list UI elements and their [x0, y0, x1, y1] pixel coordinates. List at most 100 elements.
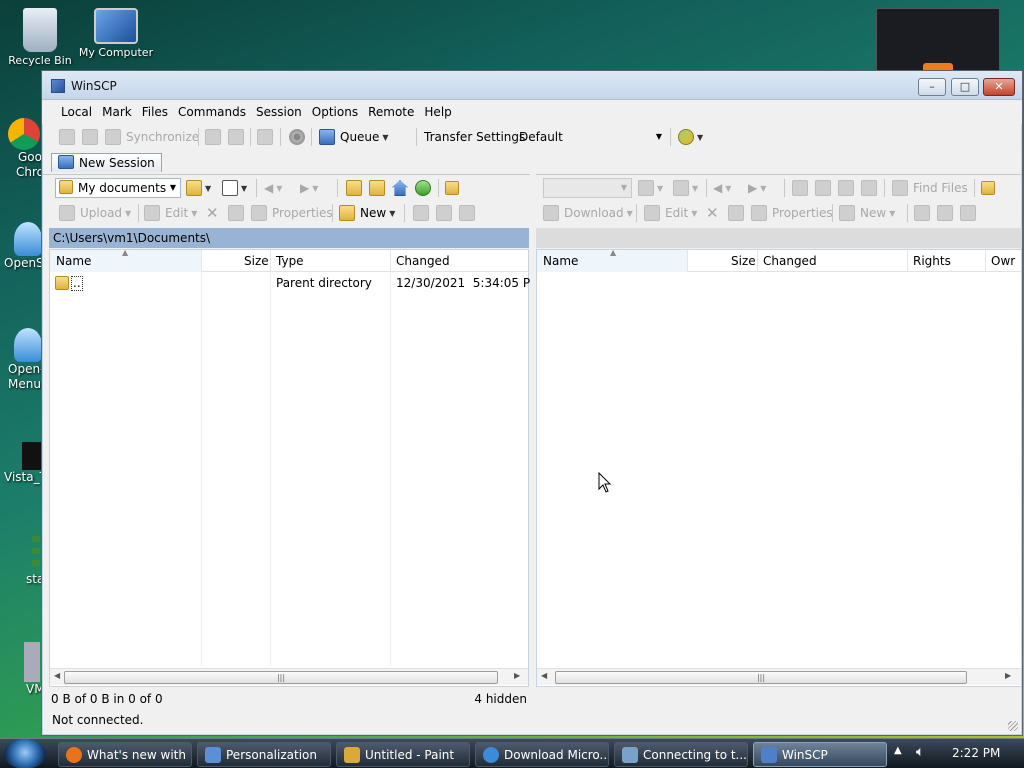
recycle-bin-icon[interactable]: Recycle Bin: [0, 8, 80, 67]
transfer-settings-select[interactable]: Default ▼: [514, 128, 666, 148]
root-directory-icon[interactable]: [369, 179, 385, 197]
filter-files-icon[interactable]: [459, 204, 475, 222]
home-directory-icon[interactable]: [392, 179, 408, 197]
volume-icon[interactable]: 🔈︎: [916, 744, 924, 760]
right-new-button[interactable]: New ▼: [839, 204, 895, 222]
right-file-list[interactable]: Name ▲ Size Changed Rights Owr ◀ ||| ▶: [536, 248, 1022, 687]
menu-mark[interactable]: Mark: [97, 105, 137, 119]
remote-back-icon[interactable]: ◀ ▼: [713, 179, 731, 197]
parent-directory-icon[interactable]: [346, 179, 362, 197]
desktop-shortcut-vista[interactable]: Vista_T: [0, 442, 47, 485]
left-properties-button[interactable]: Properties: [251, 204, 333, 222]
synchronize-button[interactable]: Synchronize: [105, 128, 199, 146]
remote-tree-view-icon[interactable]: [981, 179, 995, 197]
remote-open-directory-icon[interactable]: ▼: [638, 179, 663, 197]
menu-files[interactable]: Files: [137, 105, 173, 119]
scroll-right-icon[interactable]: ▶: [1005, 671, 1011, 680]
left-delete-icon[interactable]: ✕: [206, 204, 219, 222]
desktop-shortcut-sta[interactable]: sta: [0, 536, 44, 587]
my-computer-icon[interactable]: My Computer: [76, 8, 156, 59]
right-col-size[interactable]: Size: [731, 254, 756, 268]
desktop-shortcut-openshell[interactable]: OpenS: [0, 222, 44, 271]
scroll-right-icon[interactable]: ▶: [514, 671, 520, 680]
minimize-button[interactable]: –: [918, 78, 946, 96]
right-col-rights[interactable]: Rights: [913, 254, 951, 268]
rss-gadget[interactable]: [876, 8, 1000, 72]
left-horizontal-scrollbar[interactable]: ◀ ||| ▶: [50, 668, 528, 685]
console-icon[interactable]: [205, 128, 221, 146]
right-rename-icon[interactable]: [728, 204, 744, 222]
left-edit-button[interactable]: Edit ▼: [144, 204, 197, 222]
scroll-thumb[interactable]: |||: [555, 671, 967, 684]
open-directory-icon[interactable]: ▼: [186, 179, 211, 197]
refresh-icon[interactable]: [415, 179, 431, 197]
scroll-left-icon[interactable]: ◀: [54, 671, 60, 680]
menu-session[interactable]: Session: [251, 105, 307, 119]
left-col-type[interactable]: Type: [276, 254, 304, 268]
session-log-icon[interactable]: [257, 128, 273, 146]
desktop-shortcut-openshell-menu[interactable]: Open- Menu: [0, 328, 44, 392]
upload-button[interactable]: Upload ▼: [59, 204, 131, 222]
taskbar-item-internet-explorer[interactable]: Download Micro...: [475, 742, 609, 767]
tab-new-session[interactable]: New Session: [51, 153, 162, 172]
left-col-changed[interactable]: Changed: [396, 254, 450, 268]
show-hidden-icons-icon[interactable]: ▲: [894, 745, 902, 756]
left-col-name[interactable]: Name: [56, 254, 91, 268]
left-path-bar[interactable]: C:\Users\vm1\Documents\: [49, 228, 529, 248]
right-col-changed[interactable]: Changed: [763, 254, 817, 268]
scroll-left-icon[interactable]: ◀: [541, 671, 547, 680]
desktop-shortcut-vm[interactable]: VM: [0, 642, 45, 697]
remote-forward-icon[interactable]: ▶ ▼: [748, 179, 766, 197]
close-button[interactable]: ✕: [983, 78, 1015, 96]
maximize-button[interactable]: □: [951, 78, 979, 96]
right-horizontal-scrollbar[interactable]: ◀ ||| ▶: [537, 668, 1021, 685]
left-new-button[interactable]: New ▼: [339, 204, 395, 222]
taskbar-item-personalization[interactable]: Personalization: [197, 742, 331, 767]
putty-icon[interactable]: [228, 128, 244, 146]
menu-remote[interactable]: Remote: [363, 105, 419, 119]
compare-dirs-icon[interactable]: [59, 128, 75, 146]
taskbar-item-firefox[interactable]: What's new with ...: [58, 742, 192, 767]
right-properties-button[interactable]: Properties: [751, 204, 833, 222]
right-path-bar[interactable]: [536, 228, 1022, 248]
left-col-size[interactable]: Size: [244, 254, 269, 268]
right-col-name[interactable]: Name: [543, 254, 578, 268]
tree-view-icon[interactable]: [445, 179, 459, 197]
forward-icon[interactable]: ▶ ▼: [300, 179, 318, 197]
menu-options[interactable]: Options: [307, 105, 363, 119]
preferences-gear-icon[interactable]: [289, 128, 305, 146]
back-icon[interactable]: ◀ ▼: [264, 179, 282, 197]
filter-icon[interactable]: ▼: [222, 179, 247, 197]
unselect-files-icon[interactable]: [436, 204, 452, 222]
menu-help[interactable]: Help: [419, 105, 456, 119]
remote-refresh-icon[interactable]: [861, 179, 877, 197]
desktop-shortcut-chrome[interactable]: Goo Chro: [0, 118, 44, 180]
right-delete-icon[interactable]: ✕: [706, 204, 719, 222]
resize-grip-icon[interactable]: [1008, 721, 1018, 731]
left-file-list[interactable]: Name ▲ Size Type Changed .. Parent direc…: [49, 248, 540, 687]
remote-root-directory-icon[interactable]: [815, 179, 831, 197]
menu-local[interactable]: Local: [56, 105, 97, 119]
select-files-icon[interactable]: [413, 204, 429, 222]
right-edit-button[interactable]: Edit ▼: [644, 204, 697, 222]
remote-select-files-icon[interactable]: [914, 204, 930, 222]
sync-browse-icon[interactable]: [82, 128, 98, 146]
find-files-button[interactable]: Find Files: [892, 179, 968, 197]
queue-button[interactable]: Queue ▼: [319, 128, 389, 146]
taskbar-item-winscp[interactable]: WinSCP: [753, 742, 887, 767]
transfer-options-icon[interactable]: ▼: [678, 128, 703, 146]
local-location-select[interactable]: My documents ▼: [55, 178, 181, 198]
right-col-owner[interactable]: Owr: [991, 254, 1015, 268]
remote-filter-files-icon[interactable]: [960, 204, 976, 222]
scroll-thumb[interactable]: |||: [64, 671, 498, 684]
remote-filter-icon[interactable]: ▼: [673, 179, 698, 197]
menu-commands[interactable]: Commands: [173, 105, 251, 119]
taskbar-item-connecting[interactable]: Connecting to t...: [614, 742, 748, 767]
taskbar-item-paint[interactable]: Untitled - Paint: [336, 742, 470, 767]
start-button[interactable]: [4, 739, 46, 768]
remote-home-directory-icon[interactable]: [838, 179, 854, 197]
remote-location-select[interactable]: ▼: [543, 178, 632, 198]
table-row[interactable]: .. Parent directory 12/30/2021 5:34:05 P…: [50, 276, 540, 294]
remote-unselect-files-icon[interactable]: [937, 204, 953, 222]
download-button[interactable]: Download ▼: [543, 204, 633, 222]
